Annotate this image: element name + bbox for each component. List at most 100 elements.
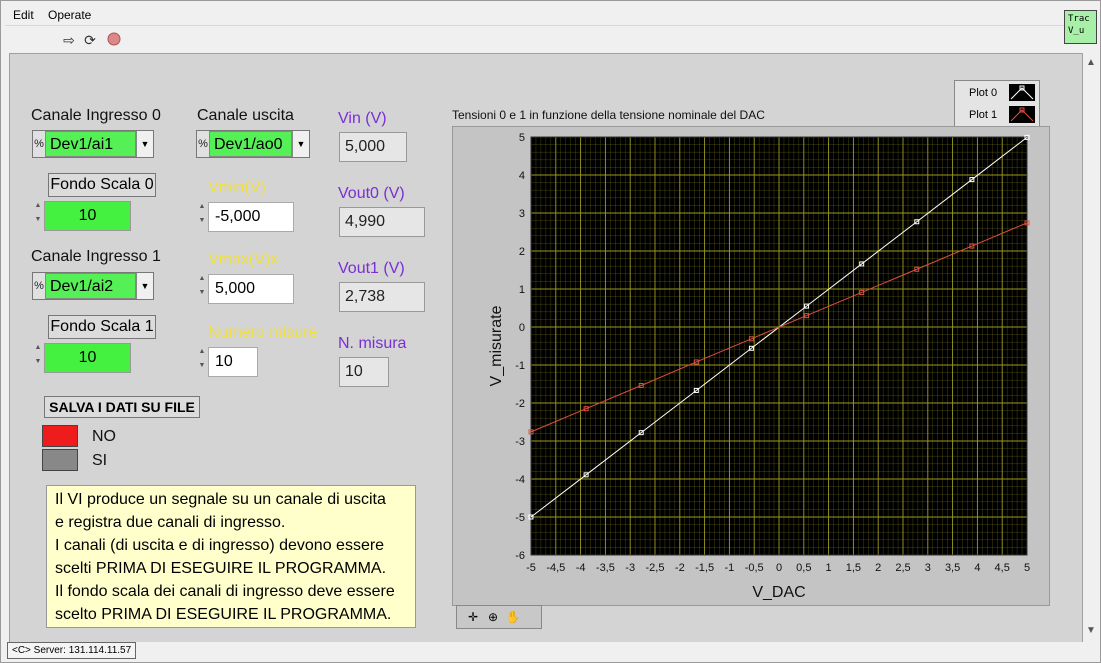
canale-uscita-value: Dev1/ao0: [209, 131, 292, 157]
x-tick-label: 3,5: [945, 562, 960, 574]
run-arrow-icon[interactable]: ⇨: [61, 32, 77, 48]
vi-icon-line1: Trac: [1068, 14, 1090, 24]
x-tick-label: 2: [875, 562, 881, 574]
y-tick-label: 1: [519, 284, 525, 296]
vin-indicator: 5,000: [339, 132, 407, 162]
graph-palette: ✛ ⊕ ✋: [456, 605, 542, 629]
abort-stop-icon[interactable]: [106, 32, 122, 48]
dropdown-arrow-icon[interactable]: ▼: [136, 273, 153, 299]
y-axis-label: V_misurate: [488, 305, 505, 386]
legend-item-plot1[interactable]: Plot 1: [955, 104, 1039, 126]
x-axis-label: V_DAC: [752, 584, 805, 601]
fondo-scala-0-spinner[interactable]: ▲ ▼: [32, 199, 44, 229]
fondo-scala-1-spinner[interactable]: ▲ ▼: [32, 341, 44, 371]
numero-misure-label: Numero misure: [208, 324, 318, 341]
note-line: scelto PRIMA DI ESEGUIRE IL PROGRAMMA.: [55, 606, 392, 623]
canale-ingresso-1-label: Canale Ingresso 1: [31, 248, 161, 265]
numero-misure-spinner[interactable]: ▲ ▼: [196, 345, 208, 375]
salva-no-switch[interactable]: [42, 425, 78, 447]
cursor-move-icon[interactable]: ✛: [465, 609, 481, 625]
note-line: scelti PRIMA DI ESEGUIRE IL PROGRAMMA.: [55, 560, 387, 577]
plot0-swatch: [1009, 84, 1035, 101]
vout1-indicator: 2,738: [339, 282, 425, 312]
note-line: I canali (di uscita e di ingresso) devon…: [55, 537, 385, 554]
numero-misure-field[interactable]: 10: [208, 347, 258, 377]
vmax-label: Vmax(V)x: [208, 251, 279, 268]
chart-svg[interactable]: -5 -4,5 -4 -3,5 -3 -2,5 -2 -1,5 -1 -0,5 0 0,5 1 1,5 2 2…: [453, 127, 1049, 605]
canale-ingresso-0-label: Canale Ingresso 0: [31, 107, 161, 124]
note-line: Il VI produce un segnale su un canale di…: [55, 491, 386, 508]
x-tick-label: 5: [1024, 562, 1030, 574]
vmax-field[interactable]: 5,000: [208, 274, 294, 304]
zoom-icon[interactable]: ⊕: [485, 609, 501, 625]
canale-ingresso-1-ring[interactable]: % Dev1/ai2 ▼: [32, 272, 154, 300]
vertical-scrollbar[interactable]: ▲ ▼: [1083, 53, 1099, 642]
toolbar: ⇨ ⟳: [5, 25, 1065, 52]
x-tick-label: -3,5: [596, 562, 615, 574]
server-status: <C> Server: 131.114.11.57: [7, 642, 137, 659]
x-tick-label: 1,5: [846, 562, 861, 574]
menu-operate[interactable]: Operate: [48, 8, 91, 22]
scroll-down-icon[interactable]: ▼: [1086, 625, 1096, 636]
canale-uscita-ring[interactable]: % Dev1/ao0 ▼: [196, 130, 310, 158]
y-tick-label: -5: [515, 512, 525, 524]
salva-no-label: NO: [92, 428, 116, 445]
vmin-spinner[interactable]: ▲ ▼: [196, 200, 208, 230]
canale-ingresso-0-ring[interactable]: % Dev1/ai1 ▼: [32, 130, 154, 158]
plot1-swatch: [1009, 106, 1035, 123]
x-tick-label: 0: [776, 562, 782, 574]
canale-uscita-label: Canale uscita: [197, 107, 294, 124]
fondo-scala-1-label: Fondo Scala 1: [48, 315, 156, 339]
legend-item-plot0[interactable]: Plot 0: [955, 82, 1039, 104]
vmin-field[interactable]: -5,000: [208, 202, 294, 232]
y-tick-label: 4: [519, 170, 525, 182]
vout0-label: Vout0 (V): [338, 185, 405, 202]
dropdown-arrow-icon[interactable]: ▼: [136, 131, 153, 157]
salva-si-label: SI: [92, 452, 108, 469]
legend-label-plot1: Plot 1: [969, 109, 998, 121]
x-tick-label: -3: [625, 562, 635, 574]
run-continuously-icon[interactable]: ⟳: [82, 32, 98, 48]
statusbar: <C> Server: 131.114.11.57: [5, 642, 1097, 662]
y-tick-label: 2: [519, 246, 525, 258]
y-tick-label: 0: [519, 322, 525, 334]
menu-edit[interactable]: Edit: [13, 8, 34, 22]
salva-si-switch[interactable]: [42, 449, 78, 471]
x-tick-label: -1: [725, 562, 735, 574]
canale-ingresso-1-value: Dev1/ai2: [45, 273, 136, 299]
plot-legend[interactable]: Plot 0 Plot 1: [954, 80, 1040, 128]
vmin-label: Vmin(V): [208, 179, 266, 196]
fondo-scala-0-label: Fondo Scala 0: [48, 173, 156, 197]
y-tick-label: 3: [519, 208, 525, 220]
y-tick-label: -4: [515, 474, 525, 486]
vout0-indicator: 4,990: [339, 207, 425, 237]
x-tick-label: -4: [576, 562, 586, 574]
legend-label-plot0: Plot 0: [969, 87, 998, 99]
x-tick-label: 3: [925, 562, 931, 574]
scroll-up-icon[interactable]: ▲: [1086, 57, 1096, 68]
x-tick-label: -4,5: [546, 562, 565, 574]
fondo-scala-1-field[interactable]: 10: [44, 343, 131, 373]
fondo-scala-0-field[interactable]: 10: [44, 201, 131, 231]
io-prefix: %: [198, 138, 208, 150]
x-tick-label: 4: [974, 562, 980, 574]
vmax-spinner[interactable]: ▲ ▼: [196, 272, 208, 302]
salva-dati-label: SALVA I DATI SU FILE: [44, 396, 200, 418]
y-tick-label: -2: [515, 398, 525, 410]
pan-hand-icon[interactable]: ✋: [505, 609, 521, 625]
y-tick-label: -1: [515, 360, 525, 372]
x-tick-label: 4,5: [995, 562, 1010, 574]
y-tick-label: -3: [515, 436, 525, 448]
dropdown-arrow-icon[interactable]: ▼: [292, 131, 309, 157]
canale-ingresso-0-value: Dev1/ai1: [45, 131, 136, 157]
x-tick-label: 0,5: [796, 562, 811, 574]
note-line: Il fondo scala dei canali di ingresso de…: [55, 583, 395, 600]
y-tick-label: 5: [519, 132, 525, 144]
vi-icon: Trac V_u: [1064, 10, 1097, 44]
vin-label: Vin (V): [338, 110, 387, 127]
note-line: e registra due canali di ingresso.: [55, 514, 286, 531]
vout1-label: Vout1 (V): [338, 260, 405, 277]
x-tick-label: -0,5: [745, 562, 764, 574]
x-tick-label: -1,5: [695, 562, 714, 574]
window: Edit Operate ⇨ ⟳ Trac V_u Canale Ingress…: [0, 0, 1101, 663]
